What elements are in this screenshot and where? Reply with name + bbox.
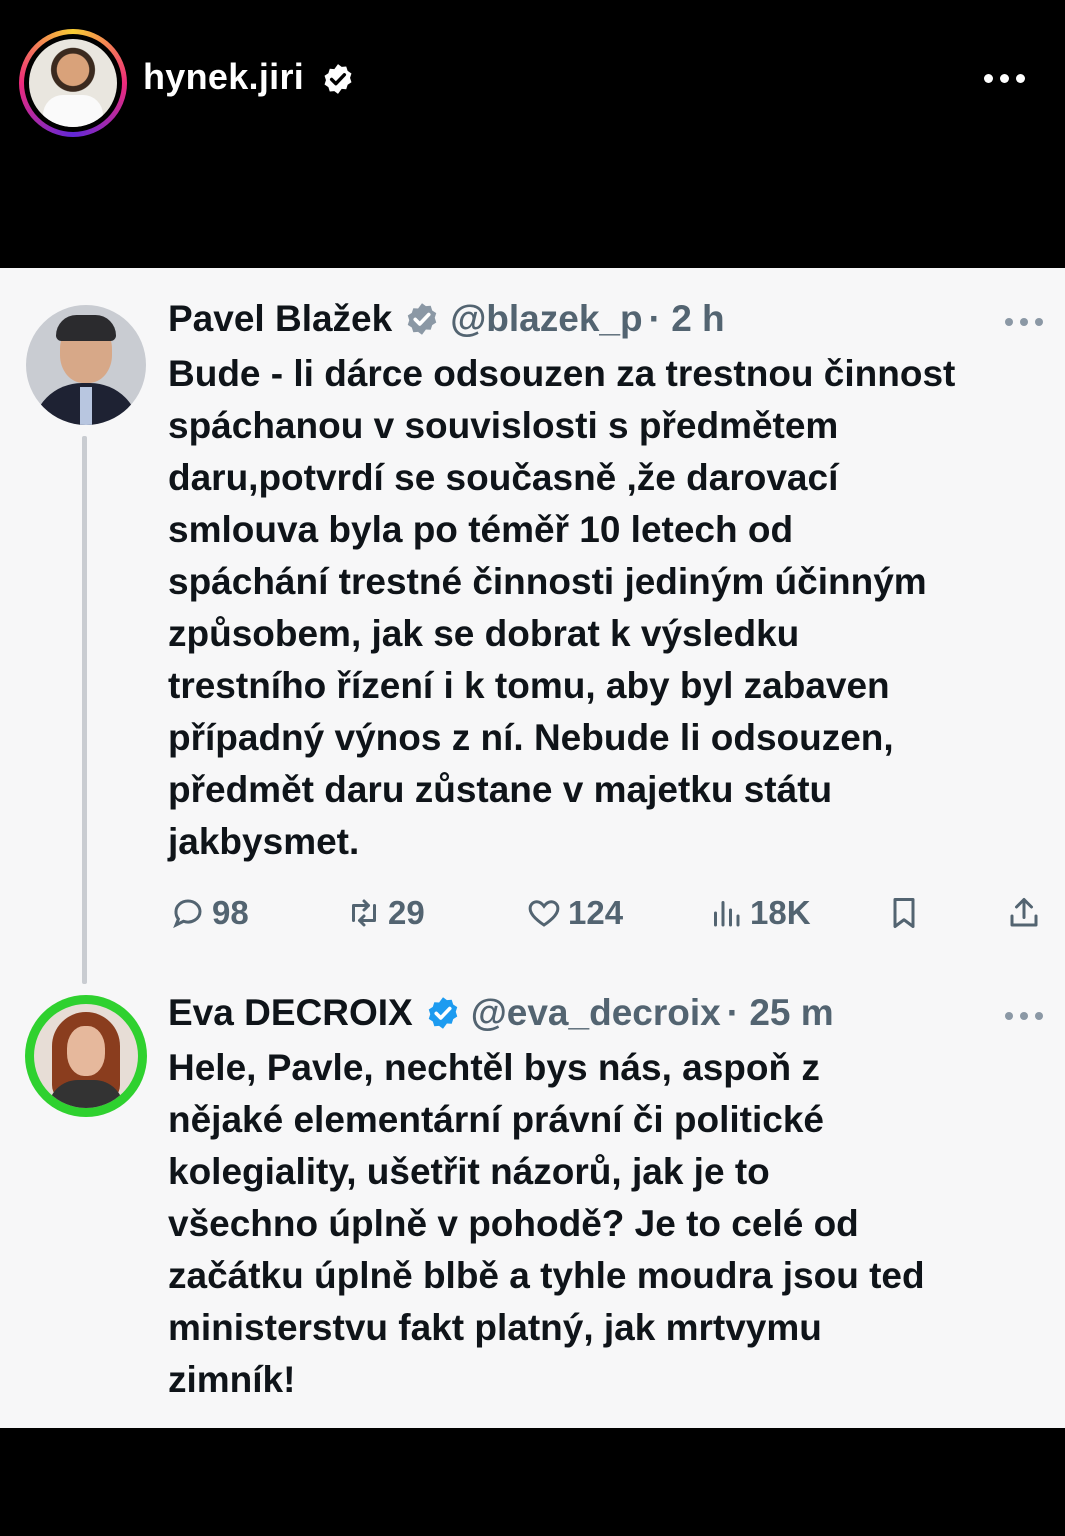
tweet-line: spáchanou v souvislosti s předmětem (168, 405, 839, 446)
tweet-thread-screenshot: Pavel Blažek @blazek_p · 2 h Bude - li d… (0, 268, 1065, 1428)
tweet-line: Hele, Pavle, nechtěl bys nás, aspoň z (168, 1047, 820, 1088)
tweet-time: · 2 h (648, 298, 725, 339)
retweet-count: 29 (388, 894, 425, 931)
views-count: 18K (750, 894, 811, 931)
tweet-line: trestního řízení i k tomu, aby byl zabav… (168, 665, 890, 706)
story-username[interactable]: hynek.jiri (143, 56, 304, 98)
tweet-line: začátku úplně blbě a tyhle moudra jsou t… (168, 1255, 925, 1296)
like-count: 124 (568, 894, 624, 931)
avatar-eva-decroix-ring[interactable] (25, 995, 147, 1117)
reply-count: 98 (212, 894, 249, 931)
tweet-line: jakbysmet. (168, 821, 360, 862)
tweet-line: případný výnos z ní. Nebude li odsouzen, (168, 717, 894, 758)
tweet-time: · 25 m (726, 992, 834, 1033)
reply-button[interactable]: 98 (170, 888, 249, 938)
retweet-button[interactable]: 29 (346, 888, 425, 938)
tweet-line: Bude - li dárce odsouzen za trestnou čin… (168, 353, 956, 394)
author-name[interactable]: Eva DECROIX (168, 992, 413, 1034)
story-avatar[interactable] (19, 29, 127, 137)
tweet-more-icon[interactable] (1005, 1010, 1045, 1022)
tweet-actions: 98 29 124 18K (168, 888, 1048, 938)
tweet-line: předmět daru zůstane v majetku státu (168, 769, 833, 810)
story-footer (0, 1428, 1065, 1536)
author-name[interactable]: Pavel Blažek (168, 298, 392, 340)
bookmark-button[interactable] (886, 888, 928, 938)
share-button[interactable] (1006, 888, 1048, 938)
author-handle[interactable]: @blazek_p (450, 298, 642, 340)
tweet-line: způsobem, jak se dobrat k výsledku (168, 613, 800, 654)
tweet-line: všechno úplně v pohodě? Je to celé od (168, 1203, 859, 1244)
tweet-line: nějaké elementární právní či politické (168, 1099, 824, 1140)
tweet-line: zimník! (168, 1359, 296, 1400)
heart-icon (528, 900, 560, 927)
share-icon (1010, 898, 1038, 927)
verified-gray-badge-icon (407, 303, 437, 335)
tweet-body: Hele, Pavle, nechtěl bys nás, aspoň z ně… (168, 1042, 1048, 1406)
avatar-eva-decroix (34, 1004, 138, 1108)
tweet-body: Bude - li dárce odsouzen za trestnou čin… (168, 348, 1048, 868)
profile-photo (29, 39, 117, 127)
reply-icon (173, 899, 202, 929)
thread-connector-line (82, 436, 87, 984)
tweet-line: daru,potvrdí se současně ,že darovací (168, 457, 839, 498)
bookmark-icon (893, 898, 915, 928)
tweet-header: Eva DECROIX @eva_decroix · 25 m (168, 992, 834, 1034)
tweet-header: Pavel Blažek @blazek_p · 2 h (168, 298, 725, 340)
tweet-line: smlouva byla po téměř 10 letech od (168, 509, 794, 550)
author-handle[interactable]: @eva_decroix (471, 992, 721, 1034)
avatar-pavel-blazek[interactable] (26, 305, 146, 425)
tweet-line: ministerstvu fakt platný, jak mrtvymu (168, 1307, 822, 1348)
story-header: hynek.jiri (0, 0, 1065, 268)
verified-blue-badge-icon (428, 997, 457, 1029)
like-button[interactable]: 124 (526, 888, 623, 938)
more-options-icon[interactable] (982, 70, 1028, 90)
tweet-line: spáchání trestné činnosti jediným účinný… (168, 561, 927, 602)
verified-badge-icon (324, 64, 352, 94)
views-button[interactable]: 18K (708, 888, 811, 938)
retweet-icon (352, 899, 376, 927)
tweet-line: kolegiality, ušetřit názorů, jak je to (168, 1151, 770, 1192)
views-chart-icon (714, 901, 740, 927)
tweet-more-icon[interactable] (1005, 316, 1045, 328)
